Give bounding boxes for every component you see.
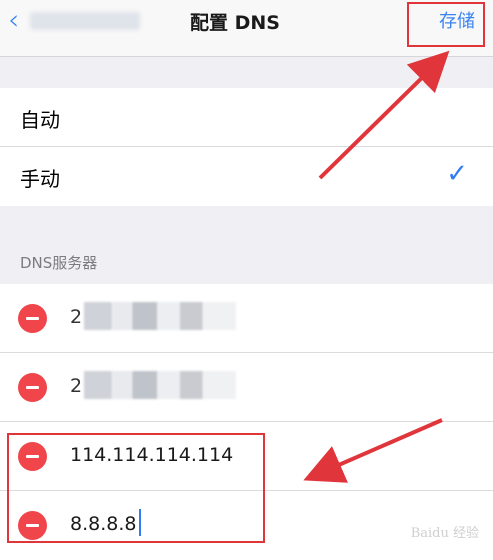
page-title: 配置 DNS xyxy=(190,12,280,34)
dns-highlight-box xyxy=(7,433,265,543)
chevron-left-icon[interactable]: ‹ xyxy=(8,6,28,34)
blurred-ip-mosaic xyxy=(84,371,236,399)
dns-server-value[interactable]: 2 xyxy=(70,306,82,328)
mode-option-manual[interactable]: 手动 ✓ xyxy=(0,147,493,206)
dns-server-row[interactable]: 2 xyxy=(0,284,493,353)
mode-list: 自动 手动 ✓ xyxy=(0,88,493,206)
delete-minus-icon[interactable] xyxy=(18,304,47,333)
watermark: Baidu 经验 xyxy=(410,526,479,541)
delete-minus-icon[interactable] xyxy=(18,373,47,402)
section-title: DNS服务器 xyxy=(20,254,98,272)
back-button-text-blurred[interactable] xyxy=(30,12,140,30)
mode-label: 自动 xyxy=(20,108,60,132)
dns-server-value[interactable]: 2 xyxy=(70,375,82,397)
save-highlight-box xyxy=(407,2,485,47)
mode-label: 手动 xyxy=(20,167,60,191)
dns-server-row[interactable]: 2 xyxy=(0,353,493,422)
mode-option-auto[interactable]: 自动 xyxy=(0,88,493,147)
blurred-ip-mosaic xyxy=(84,302,236,330)
checkmark-icon: ✓ xyxy=(446,159,468,189)
